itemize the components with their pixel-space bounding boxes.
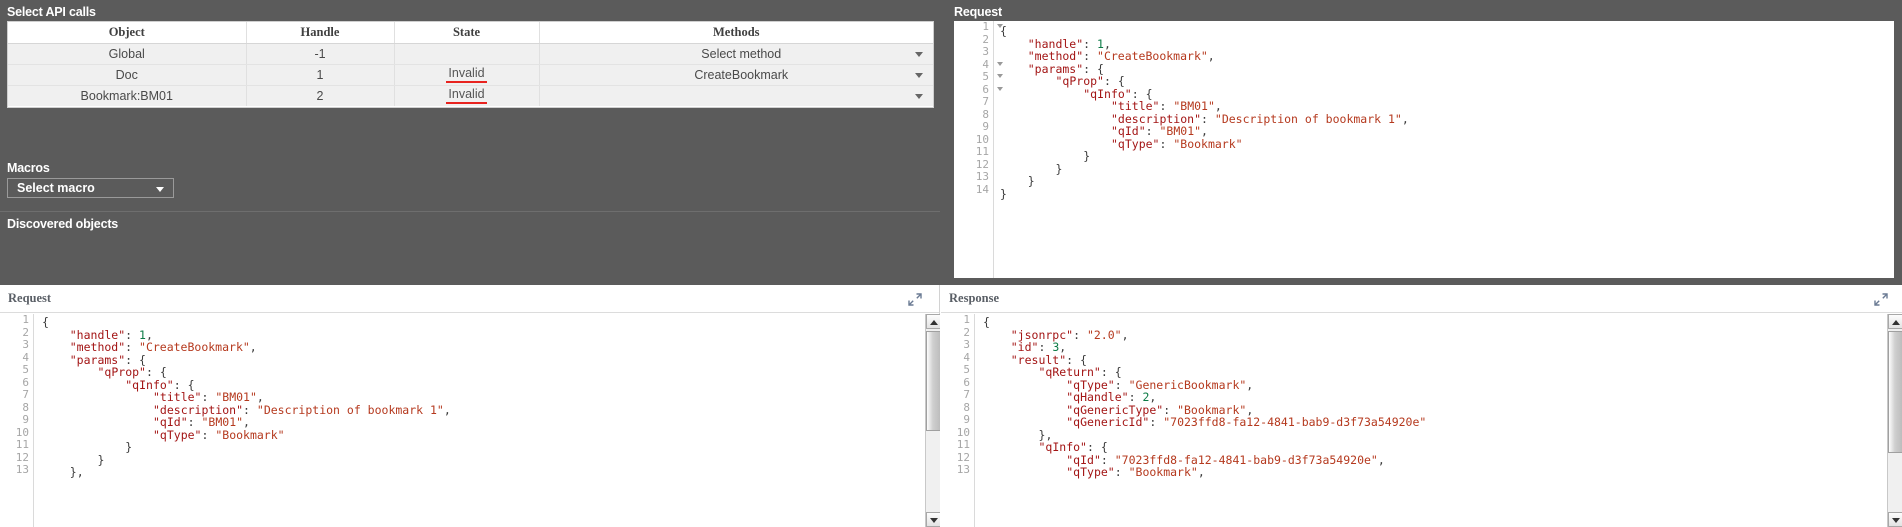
table-row[interactable]: Bookmark:BM01 2 Invalid (8, 85, 933, 106)
line-number: 13 (956, 463, 970, 476)
code-line: "qType": "Bookmark", (1066, 465, 1205, 479)
line-number: 9 (982, 120, 989, 133)
line-number: 7 (982, 95, 989, 108)
response-panel-header: Response (941, 285, 1902, 313)
line-number: 5 (22, 363, 29, 376)
line-number: 3 (963, 338, 970, 351)
request-scrollbar[interactable] (925, 314, 940, 527)
response-code-editor[interactable]: 1 2 3 4 5 6 7 8 9 10 11 12 13 { "jsonrpc": "2.0", "i… (941, 314, 1902, 527)
triangle-down-icon (1892, 518, 1900, 523)
line-number: 7 (963, 388, 970, 401)
cell-object: Doc (8, 64, 247, 86)
chevron-down-icon[interactable] (915, 72, 923, 78)
code-line: } (1055, 161, 1063, 176)
line-number: 1 (963, 314, 970, 326)
column-header-handle: Handle (246, 22, 395, 44)
table-header-row: Object Handle State Methods (8, 22, 933, 44)
request-code-editor[interactable]: 1 2 3 4 5 6 7 8 9 10 11 12 13 { "handle": 1, "method… (0, 314, 940, 527)
select-api-calls-panel: Select API calls Object Handle State Met… (0, 0, 940, 285)
line-number: 3 (22, 338, 29, 351)
table-row[interactable]: Doc 1 Invalid CreateBookmark (8, 64, 933, 86)
cell-state: Invalid (394, 85, 540, 106)
line-number-gutter: 1 2 3 4 5 6 7 8 9 10 11 12 13 (941, 314, 975, 527)
cell-object: Bookmark:BM01 (8, 85, 247, 106)
cell-handle: 2 (246, 85, 395, 106)
cell-handle: -1 (246, 43, 395, 65)
macros-title: Macros (7, 161, 50, 175)
macro-select-dropdown[interactable]: Select macro (7, 178, 174, 198)
request-preview-code[interactable]: { "handle": 1, "method": "CreateBookmark… (1000, 25, 1409, 200)
cell-object: Global (8, 43, 247, 65)
api-calls-table-container: Object Handle State Methods Global -1 Se… (7, 21, 934, 108)
response-panel-title: Response (949, 291, 1000, 305)
line-number: 7 (22, 388, 29, 401)
request-panel-title: Request (8, 291, 52, 305)
chevron-down-icon[interactable] (156, 187, 164, 192)
request-panel: Request 1 2 3 4 5 6 7 8 9 10 11 12 13 { "handle": 1,… (0, 285, 940, 527)
method-dropdown-doc[interactable]: CreateBookmark (539, 64, 933, 86)
line-number: 11 (956, 438, 970, 451)
request-preview-panel: Request 1 2 3 4 5 6 7 8 9 10 11 12 13 14 { "handle": … (946, 0, 1902, 285)
line-number: 1 (954, 21, 1003, 34)
table-row[interactable]: Global -1 Select method (8, 43, 933, 65)
line-number: 1 (22, 314, 29, 326)
request-panel-header: Request (0, 285, 939, 313)
scrollbar-thumb[interactable] (1888, 331, 1902, 453)
scroll-up-button[interactable] (1888, 314, 1902, 329)
line-number: 9 (963, 413, 970, 426)
bottom-area: Request 1 2 3 4 5 6 7 8 9 10 11 12 13 { "handle": 1,… (0, 285, 1902, 527)
line-number: 14 (975, 182, 989, 196)
chevron-down-icon[interactable] (915, 93, 923, 99)
select-api-calls-title: Select API calls (7, 5, 96, 19)
code-line: }, (69, 465, 84, 479)
request-code[interactable]: { "handle": 1, "method": "CreateBookmark… (42, 316, 451, 479)
line-number: 13 (15, 463, 29, 476)
triangle-up-icon (930, 320, 938, 325)
macro-select-value: Select macro (17, 181, 95, 195)
line-number: 9 (22, 413, 29, 426)
divider (0, 211, 940, 212)
column-header-methods: Methods (539, 22, 933, 44)
discovered-objects-title: Discovered objects (7, 217, 119, 231)
code-line: } (1027, 174, 1035, 188)
line-number: 11 (15, 438, 29, 451)
code-line: } (97, 452, 105, 467)
cell-state (394, 43, 540, 65)
chevron-down-icon[interactable] (915, 51, 923, 57)
triangle-down-icon (930, 518, 938, 523)
response-panel: Response 1 2 3 4 5 6 7 8 9 10 11 12 13 { "jsonrpc": … (941, 285, 1902, 527)
line-number-gutter: 1 2 3 4 5 6 7 8 9 10 11 12 13 (0, 314, 34, 527)
method-dropdown-bookmark[interactable] (539, 85, 933, 106)
response-code[interactable]: { "jsonrpc": "2.0", "id": 3, "result": {… (983, 316, 1426, 479)
line-number: 5 (963, 363, 970, 376)
request-preview-editor[interactable]: 1 2 3 4 5 6 7 8 9 10 11 12 13 14 { "handle": 1, "meth… (954, 21, 1894, 278)
column-header-object: Object (8, 22, 247, 44)
status-badge-invalid[interactable]: Invalid (446, 88, 487, 105)
code-line: } (1000, 186, 1007, 201)
line-number: 11 (975, 145, 989, 158)
method-dropdown-global[interactable]: Select method (539, 43, 933, 65)
cell-state: Invalid (394, 64, 540, 86)
response-scrollbar[interactable] (1887, 314, 1902, 527)
line-number: 5 (954, 70, 1003, 84)
triangle-up-icon (1892, 320, 1900, 325)
line-number-gutter: 1 2 3 4 5 6 7 8 9 10 11 12 13 14 (954, 21, 1003, 278)
cell-handle: 1 (246, 64, 395, 86)
request-preview-title: Request (954, 5, 1002, 19)
line-number: 13 (975, 170, 989, 183)
method-dropdown-value: Select method (701, 46, 782, 61)
line-number: 3 (982, 45, 989, 58)
status-badge-invalid[interactable]: Invalid (446, 67, 487, 83)
scroll-down-button[interactable] (1888, 512, 1902, 527)
method-dropdown-value: CreateBookmark (694, 67, 789, 82)
scrollbar-thumb[interactable] (926, 331, 940, 431)
column-header-state: State (394, 22, 540, 44)
api-calls-table: Object Handle State Methods Global -1 Se… (8, 22, 933, 106)
top-area: Select API calls Object Handle State Met… (0, 0, 1902, 285)
expand-icon[interactable] (1874, 293, 1888, 306)
expand-icon[interactable] (908, 293, 922, 306)
scroll-up-button[interactable] (926, 314, 940, 329)
scroll-down-button[interactable] (926, 512, 940, 527)
